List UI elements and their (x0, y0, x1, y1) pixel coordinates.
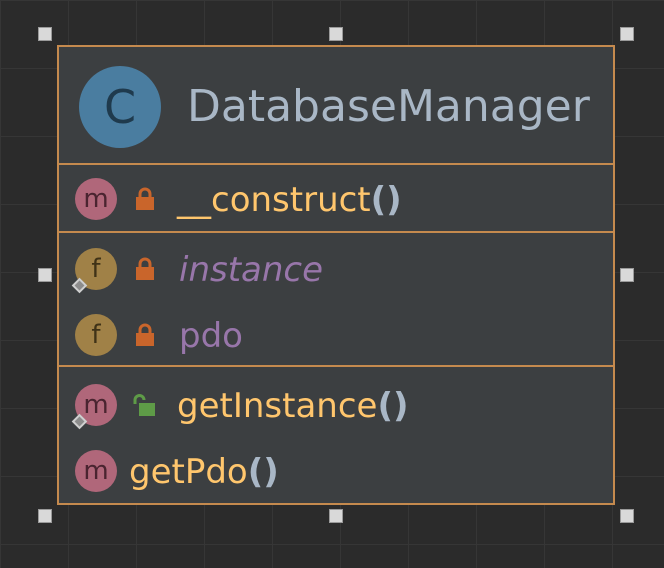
resize-handle-middle-left[interactable] (38, 268, 52, 282)
private-lock-icon (136, 187, 154, 210)
method-parens: () (247, 452, 279, 492)
method-name: getInstance (177, 386, 378, 426)
member-label: getPdo() (129, 451, 279, 493)
field-name: pdo (179, 316, 243, 356)
resize-handle-bottom-left[interactable] (38, 509, 52, 523)
field-icon-letter: f (91, 320, 101, 350)
constructor-section: m __construct() (59, 165, 613, 233)
member-row-getinstance[interactable]: m getInstance() (59, 373, 613, 435)
member-row-construct[interactable]: m __construct() (59, 167, 613, 229)
resize-handle-top-center[interactable] (329, 27, 343, 41)
method-parens: () (377, 386, 409, 426)
class-icon: C (79, 66, 161, 148)
resize-handle-top-right[interactable] (620, 27, 634, 41)
resize-handle-top-left[interactable] (38, 27, 52, 41)
method-name: __construct (177, 180, 371, 220)
uml-class-node[interactable]: C DatabaseManager m __construct() f inst… (57, 45, 615, 505)
member-row-getpdo[interactable]: m getPdo() (59, 439, 613, 501)
method-name: getPdo (129, 452, 248, 492)
class-icon-letter: C (103, 80, 137, 134)
class-name: DatabaseManager (187, 81, 590, 132)
field-icon-letter: f (91, 254, 101, 284)
method-icon: m (75, 178, 117, 220)
resize-handle-middle-right[interactable] (620, 268, 634, 282)
methods-section: m getInstance() m getPdo() (59, 369, 613, 503)
class-header: C DatabaseManager (59, 47, 613, 165)
method-parens: () (370, 180, 402, 220)
field-icon: f (75, 314, 117, 356)
member-label: getInstance() (177, 385, 409, 427)
method-icon-letter: m (83, 390, 109, 420)
private-lock-icon (136, 257, 154, 280)
member-row-instance[interactable]: f instance (59, 237, 613, 299)
fields-section: f instance f pdo (59, 235, 613, 367)
field-name: instance (179, 250, 324, 290)
resize-handle-bottom-right[interactable] (620, 509, 634, 523)
public-unlocked-icon (133, 394, 155, 416)
method-icon-letter: m (83, 184, 109, 214)
resize-handle-bottom-center[interactable] (329, 509, 343, 523)
method-icon-letter: m (83, 456, 109, 486)
member-row-pdo[interactable]: f pdo (59, 303, 613, 365)
private-lock-icon (136, 323, 154, 346)
member-label: __construct() (177, 179, 402, 221)
method-icon: m (75, 450, 117, 492)
